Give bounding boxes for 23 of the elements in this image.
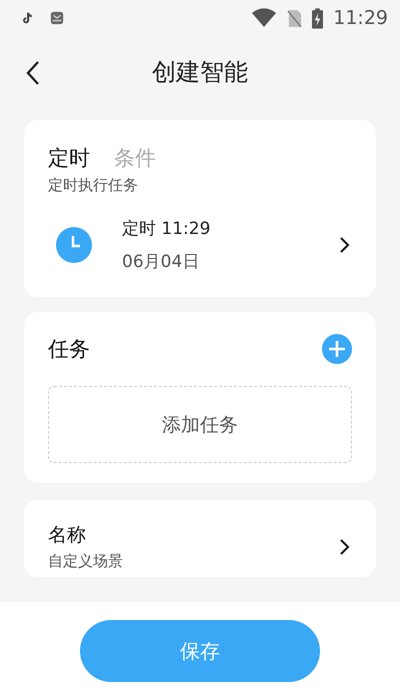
schedule-time: 定时 11:29 [122, 218, 212, 240]
section-title: 任务 [48, 336, 90, 363]
name-label: 名称 [48, 523, 87, 548]
status-time: 11:29 [333, 7, 388, 29]
add-button[interactable] [322, 334, 352, 364]
tab[interactable]: 定时 [48, 144, 90, 172]
clock-icon [56, 227, 92, 263]
no-sim-icon [287, 8, 302, 28]
wifi-icon [251, 8, 278, 28]
chevron-right-icon [339, 236, 350, 254]
music-note-icon [20, 11, 34, 25]
back-icon [26, 60, 40, 86]
description-text: 定时执行任务 [48, 176, 139, 195]
chevron-right-icon [339, 538, 350, 556]
schedule-date: 06月04日 [122, 251, 200, 273]
app-icon [50, 11, 64, 25]
add-task-button[interactable]: 添加任务 [48, 386, 352, 463]
name-row[interactable]: 名称 自定义场景 [24, 500, 376, 577]
name-value: 自定义场景 [48, 552, 124, 571]
plus-icon [322, 334, 352, 364]
page-title: 创建智能 [152, 57, 248, 88]
schedule-row[interactable]: 定时 11:29 06月04日 [48, 217, 352, 277]
battery-charging-icon [312, 8, 324, 28]
